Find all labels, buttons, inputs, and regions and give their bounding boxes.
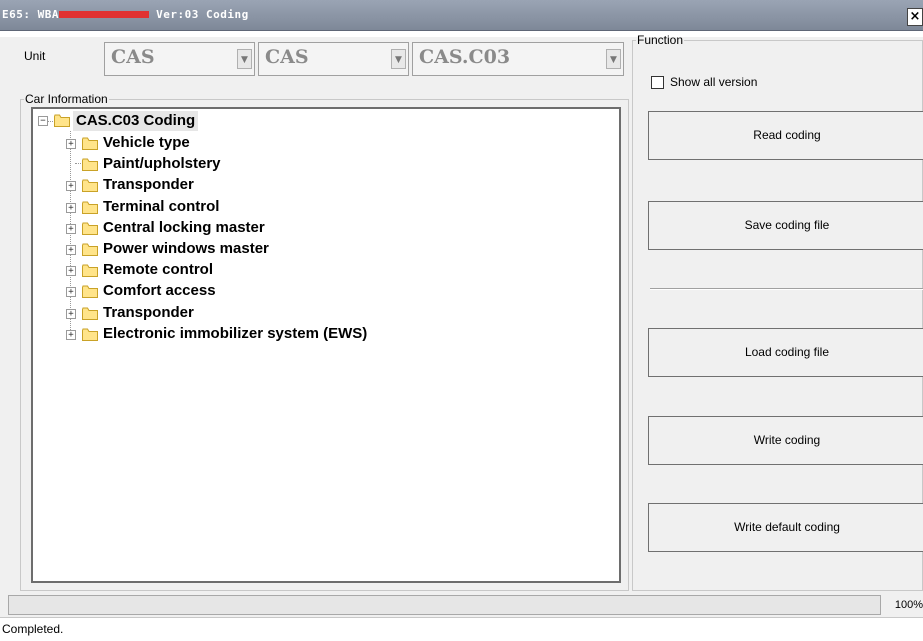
car-information-legend: Car Information — [25, 92, 108, 106]
expand-icon[interactable]: + — [66, 223, 76, 234]
folder-icon — [82, 307, 98, 320]
folder-icon — [82, 201, 98, 214]
folder-icon — [82, 243, 98, 256]
unit-select-1[interactable]: CAS ▼ — [104, 42, 255, 76]
window-title: E65: WBA Ver:03 Coding — [2, 0, 249, 30]
expand-icon[interactable]: + — [66, 202, 76, 213]
folder-icon — [54, 114, 70, 127]
unit-select-1-value: CAS — [111, 46, 155, 68]
chevron-down-icon[interactable]: ▼ — [606, 49, 621, 69]
folder-icon — [82, 222, 98, 235]
unit-select-3[interactable]: CAS.C03 ▼ — [412, 42, 624, 76]
unit-select-2[interactable]: CAS ▼ — [258, 42, 409, 76]
tree-item[interactable]: Central locking master — [103, 218, 265, 238]
folder-icon — [82, 137, 98, 150]
tree-item[interactable]: Power windows master — [103, 239, 269, 259]
load-coding-file-button[interactable]: Load coding file — [648, 328, 923, 377]
car-information-tree[interactable]: − CAS.C03 Coding + Vehicle type Paint/upho… — [31, 107, 621, 583]
unit-select-3-value: CAS.C03 — [419, 46, 511, 68]
tree-item[interactable]: Comfort access — [103, 281, 216, 301]
expand-icon[interactable]: + — [66, 139, 76, 149]
expand-icon[interactable]: + — [66, 181, 76, 192]
expand-icon[interactable]: + — [66, 266, 76, 277]
write-default-coding-button[interactable]: Write default coding — [648, 503, 923, 552]
tree-item[interactable]: Transponder — [103, 303, 194, 323]
title-suffix: Ver:03 Coding — [148, 8, 249, 21]
folder-icon — [82, 158, 98, 172]
expand-icon[interactable]: + — [66, 308, 76, 319]
progress-fill — [9, 596, 880, 614]
function-legend: Function — [637, 33, 684, 47]
folder-icon — [82, 179, 98, 193]
unit-select-2-value: CAS — [265, 46, 309, 68]
expand-icon[interactable]: + — [66, 245, 76, 255]
tree-item[interactable]: Vehicle type — [103, 133, 190, 153]
chevron-down-icon[interactable]: ▼ — [391, 49, 406, 69]
tree-item[interactable]: Paint/upholstery — [103, 154, 221, 174]
write-coding-button[interactable]: Write coding — [648, 416, 923, 465]
progress-percent: 100% — [894, 599, 923, 611]
folder-icon — [82, 264, 98, 278]
title-bar: E65: WBA Ver:03 Coding × — [0, 0, 923, 31]
status-text: Completed. — [2, 622, 64, 636]
expand-icon[interactable]: + — [66, 329, 76, 340]
title-prefix: E65: WBA — [2, 8, 59, 21]
show-all-version-label: Show all version — [670, 75, 758, 89]
tree-item[interactable]: Electronic immobilizer system (EWS) — [103, 324, 367, 344]
folder-icon — [82, 328, 98, 341]
unit-label: Unit — [24, 49, 46, 63]
chevron-down-icon[interactable]: ▼ — [237, 49, 252, 69]
tree-item[interactable]: Transponder — [103, 175, 194, 195]
redacted-vin — [58, 10, 149, 18]
tree-root[interactable]: CAS.C03 Coding — [73, 111, 199, 131]
divider — [650, 288, 923, 290]
tree-item[interactable]: Remote control — [103, 260, 213, 280]
close-button[interactable]: × — [907, 8, 923, 26]
tree-item[interactable]: Terminal control — [103, 197, 219, 217]
folder-icon — [82, 285, 98, 299]
status-bar: Completed. — [0, 617, 923, 641]
save-coding-file-button[interactable]: Save coding file — [648, 201, 923, 250]
progress-bar — [8, 595, 881, 615]
read-coding-button[interactable]: Read coding — [648, 111, 923, 160]
collapse-icon[interactable]: − — [38, 116, 48, 126]
show-all-version-checkbox[interactable] — [651, 76, 664, 89]
expand-icon[interactable]: + — [66, 287, 76, 298]
